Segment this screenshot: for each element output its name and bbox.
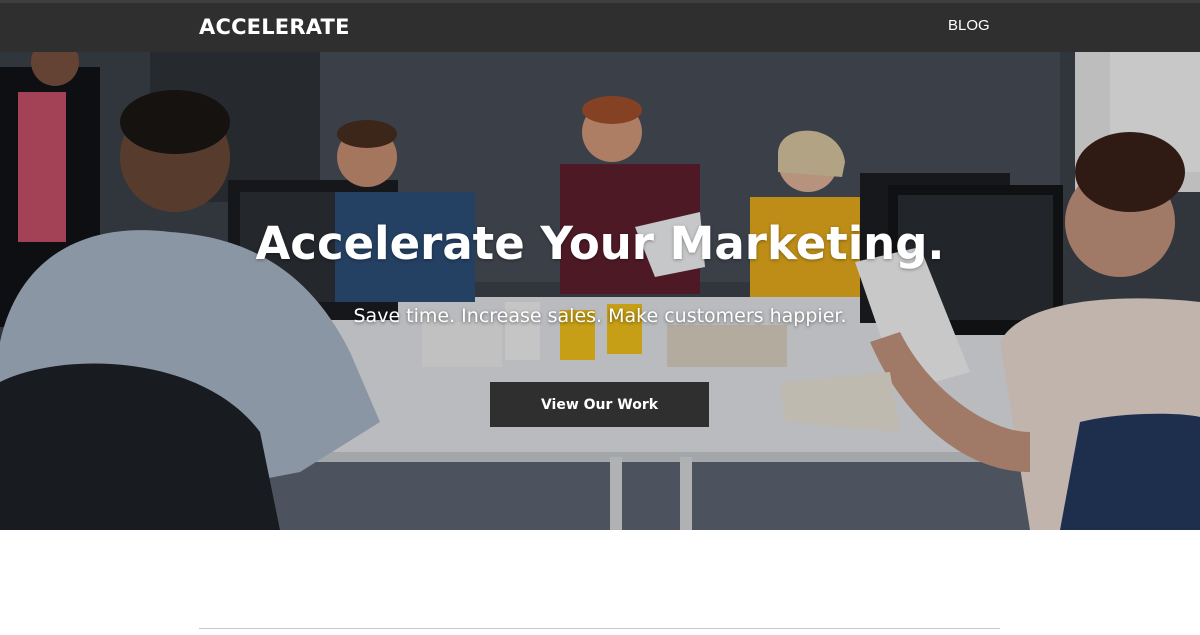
hero-subtitle: Save time. Increase sales. Make customer… [353,305,847,327]
brand-logo-link[interactable]: ACCELERATE [199,15,350,39]
top-navbar: ACCELERATE BLOG [0,0,1200,52]
hero-overlay [0,52,1200,530]
hero-section: Accelerate Your Marketing. Save time. In… [0,52,1200,530]
hero-title: Accelerate Your Marketing. [255,217,945,270]
view-our-work-button[interactable]: View Our Work [490,382,709,427]
section-divider [199,628,1000,629]
nav-link-blog[interactable]: BLOG [948,17,990,34]
page: ACCELERATE BLOG Accelerate Your Marketin… [0,0,1200,635]
